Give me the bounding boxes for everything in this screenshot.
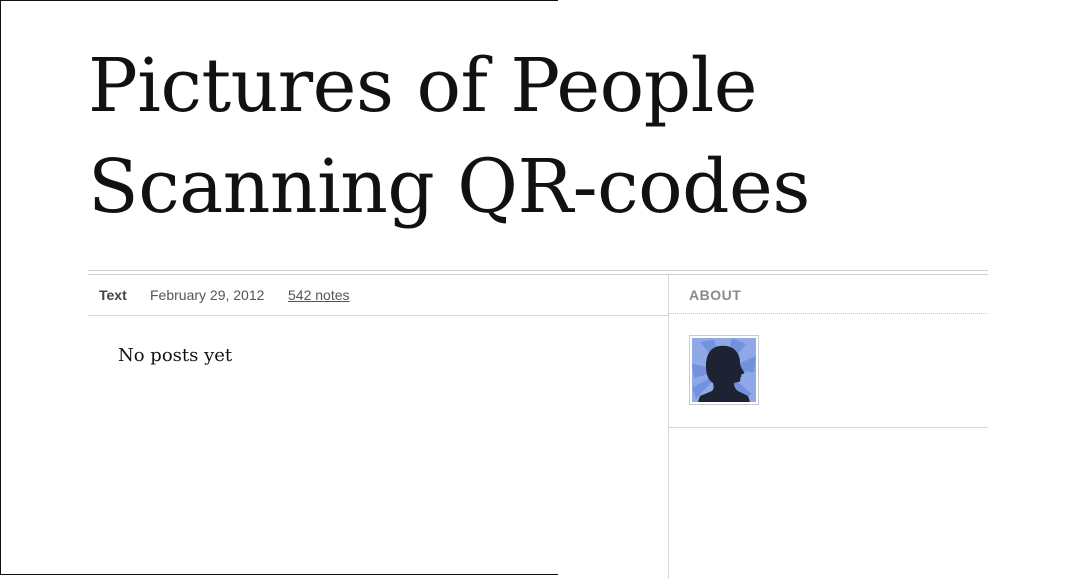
sidebar-heading-divider [669, 313, 988, 314]
post-meta-bar: Text February 29, 2012 542 notes [88, 275, 668, 316]
avatar[interactable] [689, 335, 759, 405]
post-type-label: Text [99, 287, 127, 303]
blog-title-line-2: Scanning QR-codes [88, 144, 810, 230]
window-frame-bottom [0, 574, 558, 575]
window-frame-left [0, 0, 1, 575]
silhouette-avatar-icon [692, 338, 756, 402]
blog-title-line-1: Pictures of People [88, 43, 758, 129]
empty-posts-message: No posts yet [118, 345, 233, 366]
header-divider [88, 270, 988, 271]
post-date-link[interactable]: February 29, 2012 [150, 287, 264, 303]
window-frame-top [0, 0, 558, 1]
sidebar-about: ABOUT [669, 275, 988, 428]
blog-title[interactable]: Pictures of People Scanning QR-codes [88, 36, 988, 238]
sidebar-heading: ABOUT [689, 287, 742, 303]
post-notes-link[interactable]: 542 notes [288, 287, 350, 303]
